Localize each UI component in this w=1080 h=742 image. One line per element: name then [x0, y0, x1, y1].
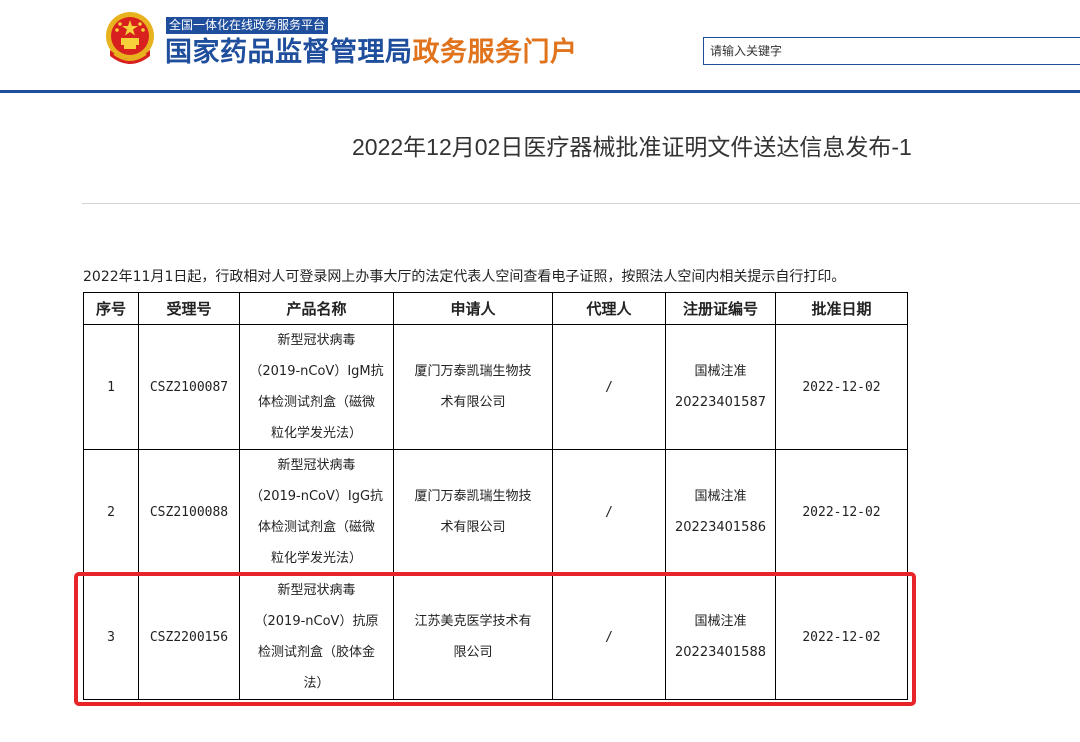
applicant-line: 江苏美克医学技术有 — [414, 614, 532, 629]
platform-tag[interactable]: 全国一体化在线政务服务平台 — [166, 17, 329, 34]
header-accept-no: 受理号 — [138, 292, 240, 325]
cell-applicant: 江苏美克医学技术有 限公司 — [393, 574, 553, 700]
cell-index: 3 — [83, 574, 139, 700]
cell-accept-no: CSZ2100087 — [138, 324, 240, 450]
cell-approval-date: 2022-12-02 — [775, 449, 908, 575]
product-line: 法） — [303, 676, 330, 691]
product-line: （2019-nCoV）IgG抗 — [249, 489, 384, 504]
header-divider — [0, 90, 1080, 93]
registration-prefix: 国械注准 — [694, 614, 747, 629]
cell-agent: / — [552, 574, 666, 700]
product-line: 检测试剂盒（胶体金 — [257, 645, 375, 660]
registration-prefix: 国械注准 — [694, 364, 747, 379]
cell-registration-no: 国械注准 20223401588 — [665, 574, 776, 700]
cell-product-name: 新型冠状病毒 （2019-nCoV）抗原 检测试剂盒（胶体金 法） — [239, 574, 394, 700]
product-line: 新型冠状病毒 — [277, 583, 356, 598]
applicant-line: 限公司 — [453, 645, 493, 660]
registration-number: 20223401586 — [675, 520, 766, 535]
header-approval-date: 批准日期 — [775, 292, 908, 325]
cell-product-name: 新型冠状病毒 （2019-nCoV）IgG抗 体检测试剂盒（磁微 粒化学发光法） — [239, 449, 394, 575]
header-product-name: 产品名称 — [239, 292, 394, 325]
site-title[interactable]: 国家药品监督管理局政务服务门户 — [165, 34, 578, 72]
product-line: 粒化学发光法） — [270, 426, 362, 441]
applicant-line: 术有限公司 — [440, 520, 506, 535]
product-line: 粒化学发光法） — [270, 551, 362, 566]
product-line: 体检测试剂盒（磁微 — [257, 520, 375, 535]
applicant-line: 厦门万泰凯瑞生物技 — [414, 364, 532, 379]
search-input[interactable] — [704, 38, 1076, 64]
table-row: 1 CSZ2100087 新型冠状病毒 （2019-nCoV）IgM抗 体检测试… — [83, 324, 908, 450]
cell-index: 1 — [83, 324, 139, 450]
product-line: 体检测试剂盒（磁微 — [257, 395, 375, 410]
table-row: 3 CSZ2200156 新型冠状病毒 （2019-nCoV）抗原 检测试剂盒（… — [83, 574, 908, 700]
cell-agent: / — [552, 324, 666, 450]
cell-accept-no: CSZ2100088 — [138, 449, 240, 575]
product-line: （2019-nCoV）抗原 — [254, 614, 379, 629]
cell-registration-no: 国械注准 20223401586 — [665, 449, 776, 575]
registration-prefix: 国械注准 — [694, 489, 747, 504]
site-title-main: 国家药品监督管理局 — [165, 37, 413, 68]
header-registration-no: 注册证编号 — [665, 292, 776, 325]
header-applicant: 申请人 — [393, 292, 553, 325]
site-title-accent: 政务服务门户 — [412, 37, 578, 68]
header-index: 序号 — [83, 292, 139, 325]
cell-index: 2 — [83, 449, 139, 575]
product-line: 新型冠状病毒 — [277, 458, 356, 473]
header-agent: 代理人 — [552, 292, 666, 325]
cell-accept-no: CSZ2200156 — [138, 574, 240, 700]
search-box — [703, 37, 1080, 65]
registration-number: 20223401588 — [675, 645, 766, 660]
notice-text: 2022年11月1日起，行政相对人可登录网上办事大厅的法定代表人空间查看电子证照… — [83, 269, 846, 285]
product-line: 新型冠状病毒 — [277, 333, 356, 348]
national-emblem-icon[interactable] — [104, 10, 156, 70]
table-header-row: 序号 受理号 产品名称 申请人 代理人 注册证编号 批准日期 — [83, 292, 908, 325]
approval-table: 序号 受理号 产品名称 申请人 代理人 注册证编号 批准日期 1 CSZ2100… — [83, 292, 908, 700]
registration-number: 20223401587 — [675, 395, 766, 410]
cell-approval-date: 2022-12-02 — [775, 574, 908, 700]
cell-product-name: 新型冠状病毒 （2019-nCoV）IgM抗 体检测试剂盒（磁微 粒化学发光法） — [239, 324, 394, 450]
cell-approval-date: 2022-12-02 — [775, 324, 908, 450]
cell-applicant: 厦门万泰凯瑞生物技 术有限公司 — [393, 449, 553, 575]
applicant-line: 厦门万泰凯瑞生物技 — [414, 489, 532, 504]
product-line: （2019-nCoV）IgM抗 — [249, 364, 384, 379]
site-header: 全国一体化在线政务服务平台 国家药品监督管理局政务服务门户 — [0, 0, 1080, 93]
applicant-line: 术有限公司 — [440, 395, 506, 410]
cell-applicant: 厦门万泰凯瑞生物技 术有限公司 — [393, 324, 553, 450]
table-row: 2 CSZ2100088 新型冠状病毒 （2019-nCoV）IgG抗 体检测试… — [83, 449, 908, 575]
cell-agent: / — [552, 449, 666, 575]
page-title: 2022年12月02日医疗器械批准证明文件送达信息发布-1 — [352, 134, 912, 160]
cell-registration-no: 国械注准 20223401587 — [665, 324, 776, 450]
title-divider — [82, 203, 1080, 204]
